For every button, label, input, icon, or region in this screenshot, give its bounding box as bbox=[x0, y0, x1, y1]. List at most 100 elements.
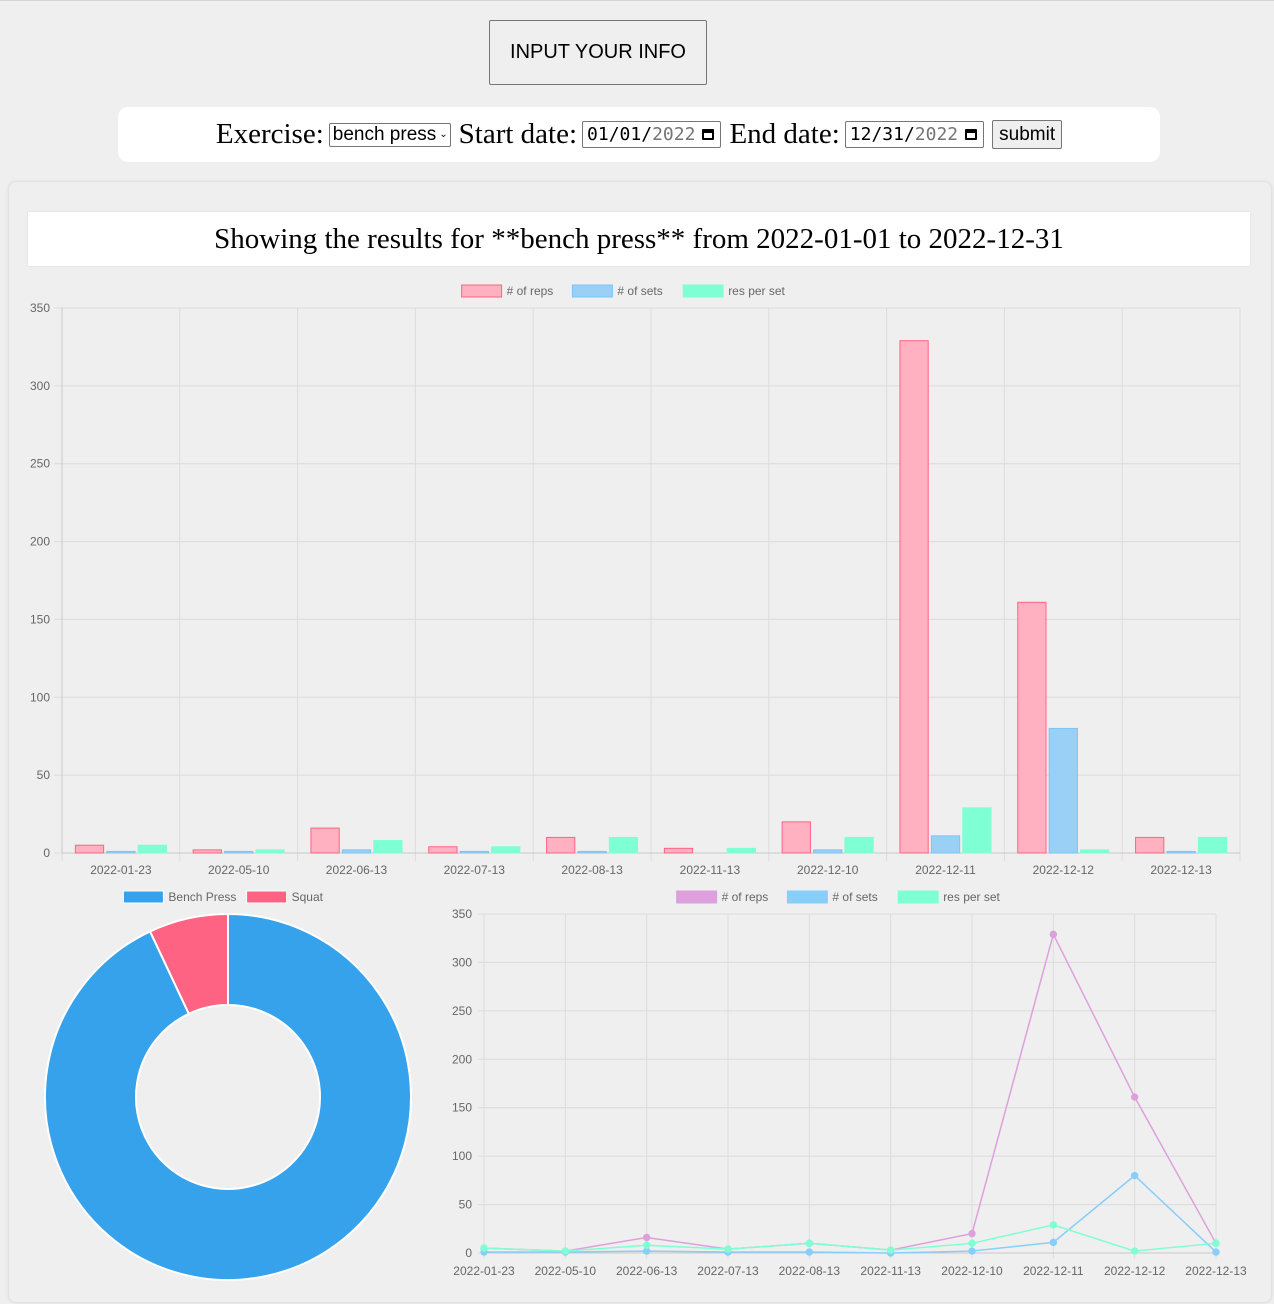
line-x-tick-label: 2022-05-10 bbox=[535, 1264, 597, 1278]
bar-y-tick-label: 350 bbox=[30, 301, 50, 315]
line-point bbox=[1212, 1248, 1220, 1256]
line-y-tick-label: 200 bbox=[452, 1052, 472, 1066]
bar bbox=[341, 849, 372, 854]
line-y-tick-label: 0 bbox=[465, 1246, 472, 1260]
line-point bbox=[480, 1244, 488, 1252]
line-point bbox=[1130, 1247, 1139, 1255]
line-x-tick-label: 2022-01-23 bbox=[453, 1264, 515, 1278]
line-legend-swatch bbox=[897, 890, 939, 904]
bar-chart: # of reps # of sets res per set 0 50 100 150 20… bbox=[30, 284, 1247, 1281]
bar bbox=[899, 340, 929, 854]
bar bbox=[1166, 850, 1196, 854]
bar-x-tick-label: 2022-07-13 bbox=[444, 863, 506, 877]
line-x-tick-label: 2022-12-11 bbox=[1023, 1264, 1084, 1278]
line-point bbox=[1212, 1239, 1220, 1248]
line-point bbox=[1049, 930, 1058, 939]
bar-x-tick-label: 2022-12-13 bbox=[1150, 863, 1212, 877]
bar bbox=[608, 836, 639, 854]
bar-y-tick-label: 250 bbox=[30, 457, 50, 471]
line-y-tick-label: 300 bbox=[452, 955, 472, 969]
line-x-tick-label: 2022-12-10 bbox=[941, 1264, 1003, 1278]
doughnut-legend-swatch bbox=[246, 890, 288, 904]
doughnut-legend-swatch bbox=[122, 890, 164, 904]
bar bbox=[491, 846, 521, 854]
bar bbox=[310, 827, 340, 854]
bar bbox=[428, 846, 458, 854]
bar bbox=[373, 840, 403, 854]
bar bbox=[459, 850, 489, 854]
bar-x-tick-label: 2022-06-13 bbox=[326, 863, 388, 877]
line-point bbox=[1049, 1221, 1058, 1229]
bar bbox=[1017, 601, 1047, 854]
line-point bbox=[805, 1248, 814, 1256]
line-point bbox=[886, 1246, 895, 1254]
bar bbox=[1197, 836, 1228, 854]
line-x-tick-label: 2022-12-13 bbox=[1185, 1264, 1247, 1278]
bar bbox=[962, 807, 992, 854]
bar-x-tick-label: 2022-12-10 bbox=[797, 863, 859, 877]
line-x-tick-label: 2022-06-13 bbox=[616, 1264, 678, 1278]
bar-y-tick-label: 50 bbox=[37, 768, 51, 782]
line-point bbox=[724, 1245, 732, 1253]
bar bbox=[1048, 727, 1078, 854]
doughnut-legend-label: Squat bbox=[292, 890, 324, 904]
bar bbox=[137, 844, 167, 854]
line-legend-swatch bbox=[786, 890, 828, 904]
bar-x-tick-label: 2022-08-13 bbox=[561, 863, 623, 877]
bar bbox=[577, 850, 607, 854]
line-point bbox=[1130, 1171, 1139, 1180]
line-y-tick-label: 350 bbox=[452, 907, 472, 921]
line-point bbox=[642, 1241, 651, 1249]
bar bbox=[844, 836, 874, 854]
line-series bbox=[483, 1224, 1217, 1252]
bar bbox=[663, 847, 694, 854]
bar bbox=[546, 836, 576, 854]
bar-x-tick-label: 2022-05-10 bbox=[208, 863, 270, 877]
line-point bbox=[642, 1233, 651, 1242]
bar-y-tick-label: 200 bbox=[30, 535, 50, 549]
line-legend-label: # of reps bbox=[722, 890, 769, 904]
bar bbox=[74, 844, 105, 854]
bar bbox=[781, 821, 811, 854]
line-legend-swatch bbox=[676, 890, 718, 904]
bar-x-tick-label: 2022-11-13 bbox=[680, 863, 741, 877]
bar-legend-swatch bbox=[461, 284, 503, 298]
line-x-tick-label: 2022-12-12 bbox=[1104, 1264, 1166, 1278]
bar-legend-swatch bbox=[682, 284, 724, 298]
line-point bbox=[1049, 1238, 1058, 1247]
line-point bbox=[1130, 1093, 1139, 1101]
line-legend-label: # of sets bbox=[832, 890, 877, 904]
bar bbox=[930, 835, 961, 854]
bar bbox=[1135, 836, 1165, 854]
bar-y-tick-label: 150 bbox=[30, 612, 50, 626]
bar-y-tick-label: 0 bbox=[43, 846, 50, 860]
bar-x-tick-label: 2022-12-12 bbox=[1033, 863, 1095, 877]
bar-y-tick-label: 100 bbox=[30, 690, 50, 704]
doughnut-legend-label: Bench Press bbox=[168, 890, 236, 904]
bar bbox=[255, 849, 285, 854]
bar bbox=[726, 847, 756, 854]
bar bbox=[192, 849, 222, 854]
bar-legend-label: # of reps bbox=[507, 284, 554, 298]
bar bbox=[1080, 849, 1110, 854]
bar-legend-swatch bbox=[571, 284, 613, 298]
line-series bbox=[483, 932, 1217, 1252]
bar-x-tick-label: 2022-01-23 bbox=[90, 863, 152, 877]
bar-legend-label: res per set bbox=[728, 284, 785, 298]
line-x-tick-label: 2022-07-13 bbox=[697, 1264, 759, 1278]
line-y-tick-label: 250 bbox=[452, 1004, 472, 1018]
line-point bbox=[561, 1247, 570, 1255]
line-legend-label: res per set bbox=[943, 890, 1000, 904]
line-x-tick-label: 2022-08-13 bbox=[779, 1264, 841, 1278]
bar-legend-label: # of sets bbox=[617, 284, 662, 298]
line-point bbox=[968, 1247, 976, 1255]
bar-y-tick-label: 300 bbox=[30, 379, 50, 393]
bar-x-tick-label: 2022-12-11 bbox=[915, 863, 976, 877]
bar bbox=[813, 849, 843, 854]
bar bbox=[224, 850, 254, 854]
line-point bbox=[968, 1239, 976, 1248]
line-point bbox=[805, 1239, 814, 1248]
line-y-tick-label: 100 bbox=[452, 1149, 472, 1163]
line-point bbox=[968, 1229, 976, 1238]
line-x-tick-label: 2022-11-13 bbox=[860, 1264, 921, 1278]
